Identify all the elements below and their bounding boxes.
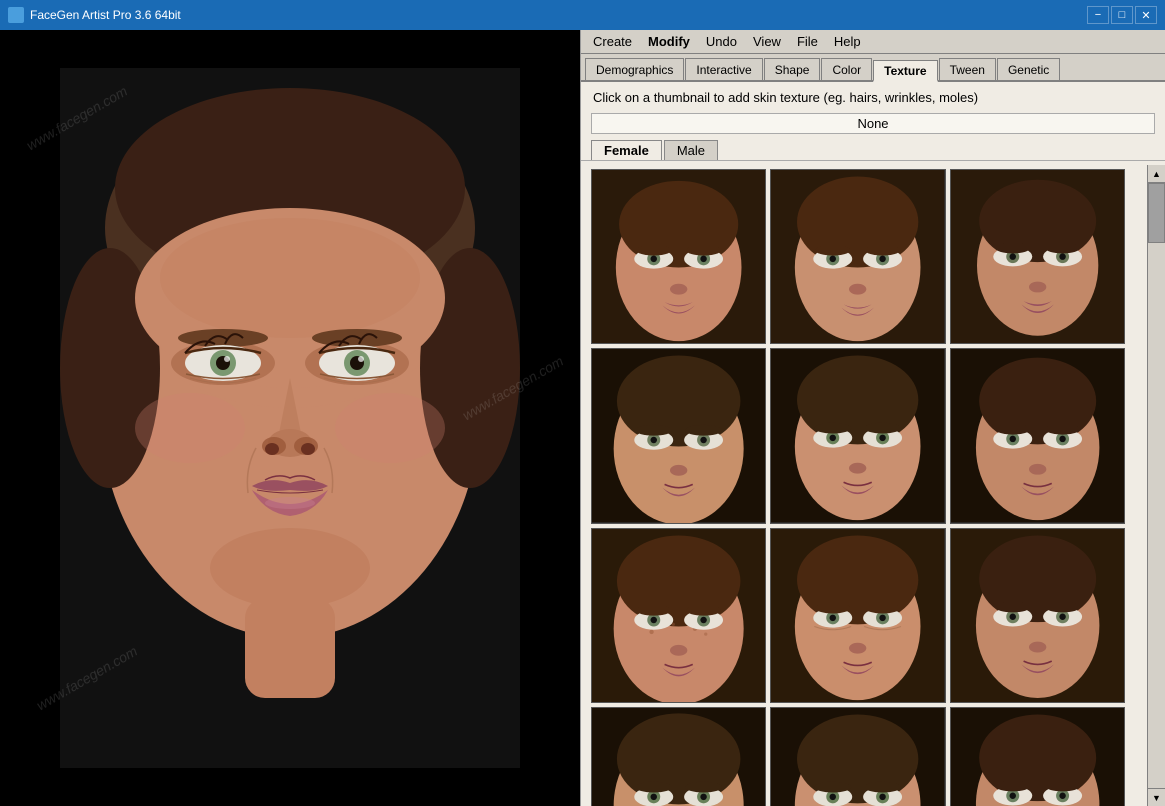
- thumbnail-3[interactable]: [950, 169, 1125, 344]
- tab-bar: Demographics Interactive Shape Color Tex…: [581, 54, 1165, 82]
- scroll-down-button[interactable]: ▼: [1148, 788, 1165, 806]
- left-panel-3d: www.facegen.com www.facegen.com www.face…: [0, 30, 580, 806]
- tab-demographics[interactable]: Demographics: [585, 58, 684, 80]
- tab-genetic[interactable]: Genetic: [997, 58, 1060, 80]
- instruction-text: Click on a thumbnail to add skin texture…: [581, 82, 1165, 113]
- tab-texture[interactable]: Texture: [873, 60, 937, 82]
- thumbnail-6[interactable]: [950, 348, 1125, 523]
- thumbnail-10[interactable]: [591, 707, 766, 806]
- gender-tab-male[interactable]: Male: [664, 140, 718, 160]
- thumbnail-12[interactable]: [950, 707, 1125, 806]
- thumbnail-grid: [591, 169, 1125, 806]
- thumbnail-4[interactable]: [591, 348, 766, 523]
- close-button[interactable]: ✕: [1135, 6, 1157, 24]
- scroll-track: [1148, 183, 1165, 788]
- gender-tab-female[interactable]: Female: [591, 140, 662, 160]
- face-viewport: www.facegen.com www.facegen.com www.face…: [0, 30, 580, 806]
- thumbnail-grid-container[interactable]: [581, 165, 1147, 806]
- thumbnail-7[interactable]: [591, 528, 766, 703]
- thumbnail-9[interactable]: [950, 528, 1125, 703]
- tab-shape[interactable]: Shape: [764, 58, 821, 80]
- tab-interactive[interactable]: Interactive: [685, 58, 762, 80]
- thumbnail-8[interactable]: [770, 528, 945, 703]
- menu-create[interactable]: Create: [585, 30, 640, 53]
- app-icon: [8, 7, 24, 23]
- thumbnail-scroll-area: ▲ ▼: [581, 165, 1165, 806]
- thumbnail-1[interactable]: [591, 169, 766, 344]
- scrollbar: ▲ ▼: [1147, 165, 1165, 806]
- thumbnail-11[interactable]: [770, 707, 945, 806]
- none-bar: None: [591, 113, 1155, 134]
- face-render: [60, 68, 520, 768]
- menu-undo[interactable]: Undo: [698, 30, 745, 53]
- app-title: FaceGen Artist Pro 3.6 64bit: [30, 8, 181, 22]
- scroll-up-button[interactable]: ▲: [1148, 165, 1165, 183]
- menu-help[interactable]: Help: [826, 30, 869, 53]
- tab-tween[interactable]: Tween: [939, 58, 996, 80]
- title-bar: FaceGen Artist Pro 3.6 64bit − □ ✕: [0, 0, 1165, 30]
- thumbnail-2[interactable]: [770, 169, 945, 344]
- title-left: FaceGen Artist Pro 3.6 64bit: [8, 7, 181, 23]
- right-panel: Create Modify Undo View File Help Demogr…: [580, 30, 1165, 806]
- window-controls: − □ ✕: [1087, 6, 1157, 24]
- menu-file[interactable]: File: [789, 30, 826, 53]
- menu-bar: Create Modify Undo View File Help: [581, 30, 1165, 54]
- gender-tabs: Female Male: [581, 140, 1165, 161]
- content-area: Click on a thumbnail to add skin texture…: [581, 82, 1165, 806]
- thumbnail-5[interactable]: [770, 348, 945, 523]
- tab-color[interactable]: Color: [821, 58, 872, 80]
- maximize-button[interactable]: □: [1111, 6, 1133, 24]
- scroll-thumb[interactable]: [1148, 183, 1165, 243]
- menu-view[interactable]: View: [745, 30, 789, 53]
- menu-modify[interactable]: Modify: [640, 30, 698, 53]
- main-content: www.facegen.com www.facegen.com www.face…: [0, 30, 1165, 806]
- minimize-button[interactable]: −: [1087, 6, 1109, 24]
